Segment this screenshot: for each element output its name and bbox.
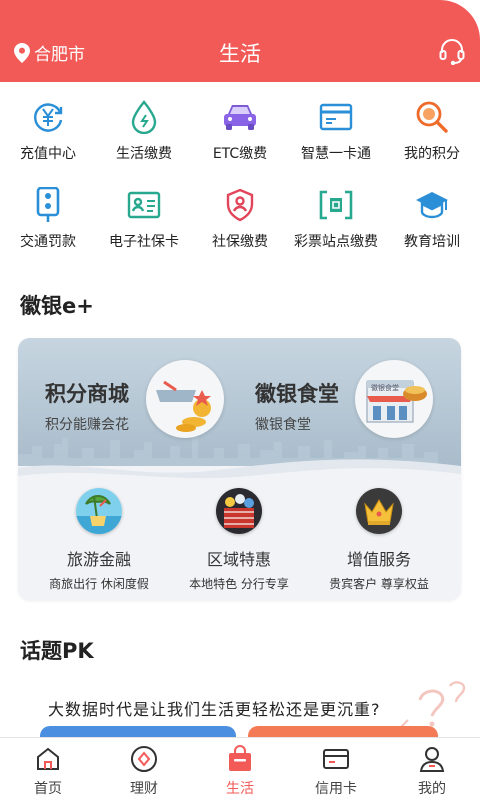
huiyin-banner-card: 积分商城 积分能赚会花 徽银食堂 徽银食堂 徽银食堂 旅游金融 商旅出行 休闲度… (18, 338, 461, 600)
service-traffic-fines[interactable]: 交通罚款 (0, 183, 96, 271)
canteen-sign: 徽银食堂 (371, 384, 399, 392)
service-label: 充值中心 (20, 146, 76, 162)
user-icon (418, 745, 446, 773)
promo-points-mall[interactable]: 积分商城 积分能赚会花 (45, 378, 129, 434)
service-social-insurance[interactable]: 社保缴费 (192, 183, 288, 271)
top-header: 合肥市 生活 (0, 0, 480, 82)
service-label: 交通罚款 (20, 234, 76, 250)
service-esocial-card[interactable]: 电子社保卡 (96, 183, 192, 271)
topic-question: 大数据时代是让我们生活更轻松还是更沉重? (48, 700, 381, 719)
regional-deals-image (216, 488, 262, 534)
service-label: 智慧一卡通 (301, 146, 371, 162)
points-mall-illustration (146, 360, 224, 438)
section-title-topic: 话题PK (20, 639, 94, 663)
headset-icon[interactable] (438, 37, 466, 69)
service-label: 我的积分 (404, 146, 460, 162)
service-lottery[interactable]: 彩票站点缴费 (288, 183, 384, 271)
yuan-recharge-icon (30, 99, 66, 135)
service-points[interactable]: 我的积分 (384, 95, 480, 183)
service-etc[interactable]: ETC缴费 (192, 95, 288, 183)
credit-card-icon (322, 745, 350, 773)
shopping-bag-icon (226, 745, 254, 773)
service-utilities[interactable]: 生活缴费 (96, 95, 192, 183)
tab-wealth[interactable]: 理财 (96, 738, 192, 800)
home-icon (34, 745, 62, 773)
service-label: 社保缴费 (212, 234, 268, 250)
feature-value-added-services[interactable]: 增值服务 贵宾客户 尊享权益 (309, 488, 449, 592)
canteen-illustration: 徽银食堂 (355, 360, 433, 438)
page-title: 生活 (219, 42, 261, 66)
service-education[interactable]: 教育培训 (384, 183, 480, 271)
feature-travel-finance[interactable]: 旅游金融 商旅出行 休闲度假 (29, 488, 169, 592)
traffic-light-icon (30, 187, 66, 223)
topic-pk-card[interactable]: 大数据时代是让我们生活更轻松还是更沉重? (0, 680, 480, 740)
tab-home[interactable]: 首页 (0, 738, 96, 800)
tab-mine[interactable]: 我的 (384, 738, 480, 800)
graduation-cap-icon (414, 187, 450, 223)
section-title-huiyin: 徽银e+ (20, 294, 94, 318)
service-smartcard[interactable]: 智慧一卡通 (288, 95, 384, 183)
points-search-icon (414, 99, 450, 135)
service-label: 教育培训 (404, 234, 460, 250)
service-label: ETC缴费 (212, 146, 268, 162)
bottom-tab-bar: 首页 理财 生活 信用卡 我的 (0, 737, 480, 800)
wealth-icon (130, 745, 158, 773)
crown-image (356, 488, 402, 534)
id-card-icon (126, 187, 162, 223)
tab-life[interactable]: 生活 (192, 738, 288, 800)
card-icon (318, 99, 354, 135)
lottery-icon (318, 187, 354, 223)
service-label: 彩票站点缴费 (294, 234, 378, 250)
feature-regional-deals[interactable]: 区域特惠 本地特色 分行专享 (169, 488, 309, 592)
shield-user-icon (222, 187, 258, 223)
service-recharge[interactable]: 充值中心 (0, 95, 96, 183)
service-label: 电子社保卡 (109, 234, 179, 250)
service-grid: 充值中心 生活缴费 ETC缴费 智慧一卡通 我的积分 交通罚款 电子社保卡 社保… (0, 95, 480, 271)
car-icon (222, 99, 258, 135)
travel-image (76, 488, 122, 534)
water-drop-icon (126, 99, 162, 135)
promo-huiyin-canteen[interactable]: 徽银食堂 徽银食堂 (255, 378, 339, 434)
service-label: 生活缴费 (116, 146, 172, 162)
tab-credit-card[interactable]: 信用卡 (288, 738, 384, 800)
